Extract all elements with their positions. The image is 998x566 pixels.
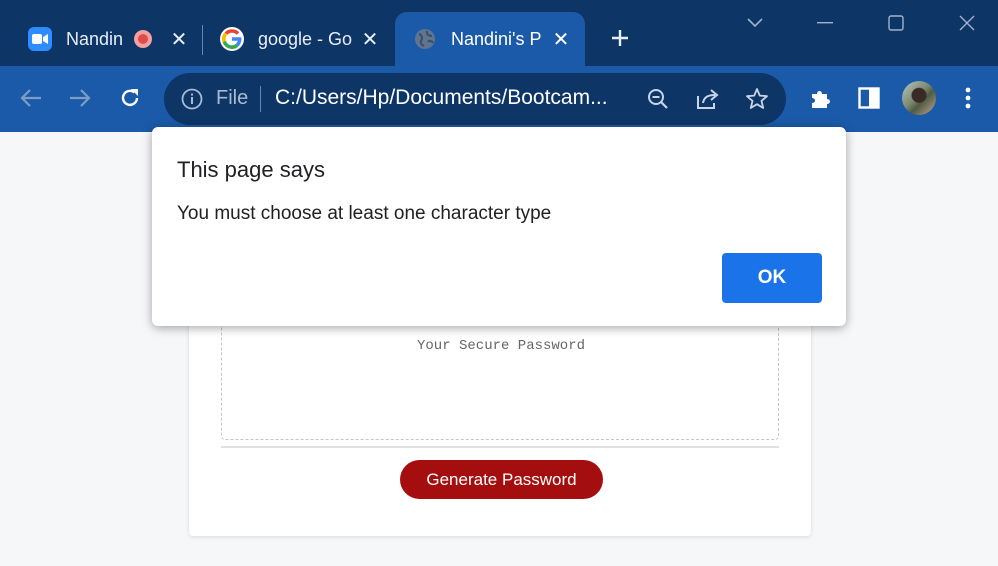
generate-password-button[interactable]: Generate Password [400, 460, 603, 499]
tab-strip: Nandin ✕ google - Go ✕ Nandini's P ✕ [0, 0, 998, 66]
zoom-lens-icon[interactable] [644, 85, 672, 113]
profile-avatar[interactable] [902, 81, 936, 115]
close-tab-icon[interactable]: ✕ [359, 28, 381, 51]
tab-title: Nandini's P [451, 28, 542, 49]
browser-toolbar: File C:/Users/Hp/Documents/Bootcam... [0, 66, 998, 132]
close-tab-icon[interactable]: ✕ [550, 28, 572, 51]
minimize-icon[interactable] [810, 10, 840, 36]
close-window-icon[interactable] [952, 10, 982, 36]
site-info-icon[interactable] [178, 85, 206, 113]
omnibox-divider [260, 86, 261, 112]
forward-arrow-icon[interactable] [62, 80, 98, 116]
tab-google[interactable]: google - Go ✕ [206, 12, 392, 66]
dialog-title: This page says [177, 157, 325, 182]
google-icon [220, 27, 244, 51]
close-tab-icon[interactable]: ✕ [168, 28, 190, 51]
menu-icon[interactable] [950, 80, 986, 116]
alert-dialog: This page says You must choose at least … [152, 127, 846, 326]
card-divider [221, 446, 779, 448]
password-textarea[interactable]: Your Secure Password [221, 310, 779, 440]
tab-title: Nandin [66, 28, 122, 49]
scheme-label: File [216, 87, 249, 109]
extensions-icon[interactable] [802, 80, 838, 116]
zoom-icon [28, 27, 52, 51]
maximize-icon[interactable] [881, 10, 911, 36]
reload-icon[interactable] [112, 80, 148, 116]
bookmark-star-icon[interactable] [743, 85, 771, 113]
tab-nandinis-password[interactable]: Nandini's P ✕ [395, 12, 585, 66]
tab-zoom[interactable]: Nandin ✕ [14, 12, 200, 66]
share-icon[interactable] [694, 85, 722, 113]
tab-separator [202, 25, 203, 55]
tab-title: google - Go [258, 28, 353, 49]
ok-button[interactable]: OK [722, 253, 822, 303]
tab-search-icon[interactable] [740, 10, 770, 36]
password-placeholder: Your Secure Password [416, 338, 586, 354]
globe-icon [413, 27, 437, 51]
url-text[interactable]: C:/Users/Hp/Documents/Bootcam... [275, 86, 620, 110]
dialog-message: You must choose at least one character t… [177, 203, 552, 224]
recording-icon [134, 30, 152, 48]
side-panel-icon[interactable] [851, 80, 887, 116]
address-bar[interactable]: File C:/Users/Hp/Documents/Bootcam... [164, 73, 786, 125]
plus-icon[interactable] [606, 24, 634, 52]
back-arrow-icon[interactable] [13, 80, 49, 116]
